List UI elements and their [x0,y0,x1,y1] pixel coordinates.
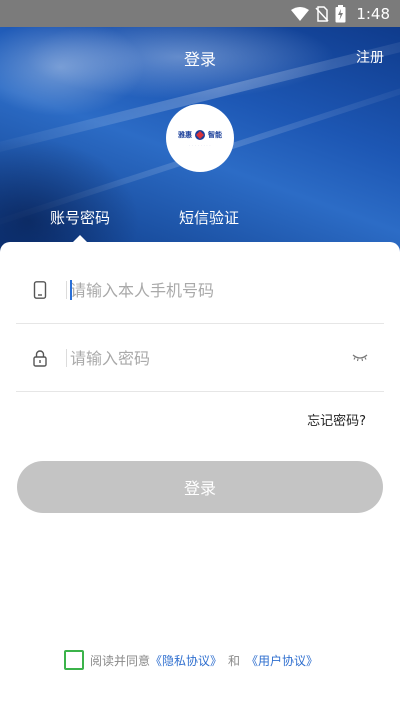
status-time: 1:48 [356,5,390,23]
lock-icon [33,350,47,367]
agreement-row: 阅读并同意 《隐私协议》 和 《用户协议》 [64,649,318,671]
hero-shade [0,137,140,255]
user-agreement-link[interactable]: 《用户协议》 [246,652,318,669]
wifi-icon [291,7,310,21]
agree-checkbox[interactable] [64,650,84,670]
agreement-and: 和 [228,653,241,668]
page-title: 登录 [183,50,216,69]
field-divider [66,281,67,299]
privacy-policy-link[interactable]: 《隐私协议》 [150,652,222,669]
logo-tagline: · · · · · · · · [189,143,211,147]
phone-field [16,256,384,324]
logo-right-text: 智能 [208,131,222,139]
no-sim-icon [315,6,329,22]
login-button[interactable]: 登录 [17,461,383,513]
battery-charging-icon [335,5,346,23]
phone-input[interactable] [70,278,340,302]
tab-sms-verification[interactable]: 短信验证 [179,207,239,228]
forgot-password-link[interactable]: 忘记密码? [307,410,366,429]
text-cursor [70,280,72,300]
active-tab-indicator [73,235,87,242]
logo-left-text: 雅惠 [178,131,192,139]
logo-emblem-icon [195,130,205,140]
password-input[interactable] [70,346,340,370]
tab-account-password[interactable]: 账号密码 [50,207,110,228]
field-divider [66,349,67,367]
status-bar: 1:48 [0,0,400,27]
password-field [16,324,384,392]
phone-icon [33,281,47,299]
eye-closed-icon[interactable] [352,352,368,362]
logo-row: 雅惠 智能 [178,129,222,141]
status-icons: 1:48 [291,4,390,24]
agreement-prefix: 阅读并同意 [90,653,151,668]
app-logo: 雅惠 智能 · · · · · · · · [166,104,234,172]
register-link[interactable]: 注册 [356,47,384,67]
